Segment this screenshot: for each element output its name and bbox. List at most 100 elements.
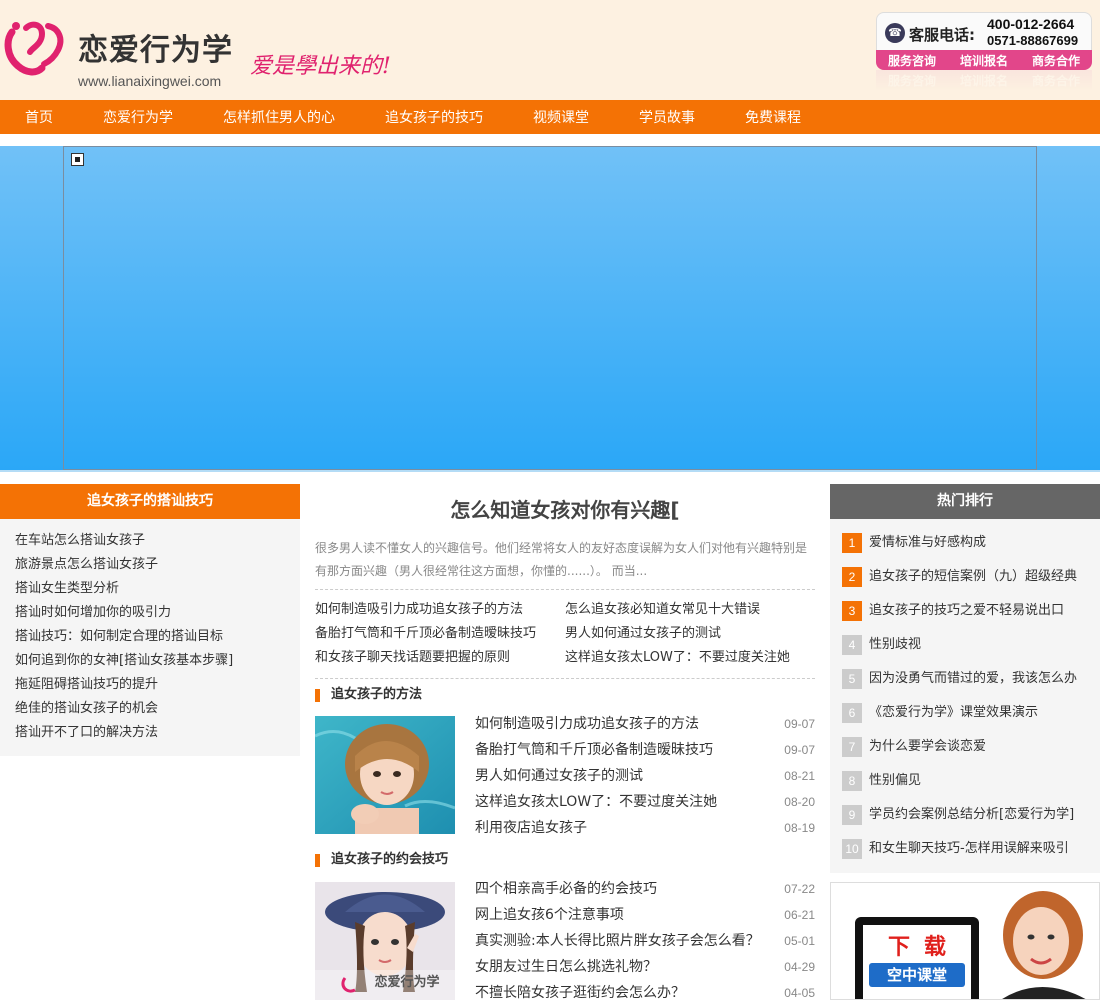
divider [315, 678, 815, 679]
left-sidebar-title[interactable]: 追女孩子的搭讪技巧 [0, 484, 300, 519]
list-item[interactable]: 旅游景点怎么搭讪女孩子 [15, 553, 300, 577]
nav-item-dating-tips[interactable]: 追女孩子的技巧 [385, 107, 483, 127]
ranking-item[interactable]: 2 追女孩子的短信案例（九）超级经典 [842, 567, 1100, 601]
list-item[interactable]: 利用夜店追女孩子 08-19 [475, 815, 815, 841]
photo-watermark: 恋爱行为学 [374, 974, 439, 990]
featured-article-title[interactable]: 怎么知道女孩对你有兴趣[ [315, 496, 815, 524]
office-number: 0571-88867699 [987, 33, 1079, 48]
reflection-text: 服务咨询 [887, 73, 936, 88]
ad-subline: 空中课堂 [869, 963, 965, 987]
contact-reflection: 服务咨询 培训报名 商务合作 [876, 70, 1092, 90]
list-item[interactable]: 拖延阻碍搭讪技巧的提升 [15, 673, 300, 697]
article-date: 09-07 [784, 717, 815, 731]
rank-number: 3 [842, 601, 862, 621]
article-date: 04-05 [784, 986, 815, 1000]
ranking-item[interactable]: 7 为什么要学会谈恋爱 [842, 737, 1100, 771]
divider [315, 589, 815, 590]
rank-number: 6 [842, 703, 862, 723]
ranking-item[interactable]: 5 因为没勇气而错过的爱，我该怎么办 [842, 669, 1100, 703]
list-item[interactable]: 搭讪开不了口的解决方法 [15, 721, 300, 745]
phone-icon: ☎ [885, 23, 905, 43]
rank-number: 9 [842, 805, 862, 825]
list-item[interactable]: 不擅长陪女孩子逛街约会怎么办？ 04-05 [475, 980, 815, 1000]
presenter-woman-image [971, 883, 1099, 999]
list-item[interactable]: 四个相亲高手必备的约会技巧 07-22 [475, 876, 815, 902]
nav-item-home[interactable]: 首页 [25, 107, 53, 127]
article-title: 男人如何通过女孩子的测试 [475, 768, 643, 784]
list-item[interactable]: 女朋友过生日怎么挑选礼物？ 04-29 [475, 954, 815, 980]
related-link[interactable]: 男人如何通过女孩子的测试 [565, 622, 815, 646]
related-link[interactable]: 怎么追女孩必知道女常见十大错误 [565, 598, 815, 622]
contact-phone-panel: ☎ 客服电话: 400-012-2664 0571-88867699 [876, 12, 1092, 52]
rank-title: 性别偏见 [869, 773, 922, 788]
ranking-item[interactable]: 3 追女孩子的技巧之爱不轻易说出口 [842, 601, 1100, 635]
list-item[interactable]: 备胎打气筒和千斤顶必备制造暧昧技巧 09-07 [475, 737, 815, 763]
list-item[interactable]: 如何制造吸引力成功追女孩子的方法 09-07 [475, 711, 815, 737]
related-link[interactable]: 这样追女孩太LOW了：不要过度关注她 [565, 646, 815, 670]
ranking-item[interactable]: 6 《恋爱行为学》课堂效果演示 [842, 703, 1100, 737]
rank-number: 2 [842, 567, 862, 587]
article-title: 如何制造吸引力成功追女孩子的方法 [475, 716, 699, 732]
contact-label: 客服电话: [909, 26, 975, 44]
hotline-number: 400-012-2664 [987, 16, 1075, 32]
rank-title: 追女孩子的技巧之爱不轻易说出口 [869, 603, 1065, 618]
article-date: 04-29 [784, 960, 815, 974]
rank-title: 和女生聊天技巧-怎样用误解来吸引 [869, 841, 1069, 856]
article-date: 05-01 [784, 934, 815, 948]
heart-logo-icon [4, 21, 64, 76]
banner-frame[interactable] [63, 146, 1037, 470]
article-date: 07-22 [784, 882, 815, 896]
ranking-item[interactable]: 4 性别歧视 [842, 635, 1100, 669]
site-header: 恋爱行为学 www.lianaixingwei.com 爱是學出来的! ☎ 客服… [0, 0, 1100, 100]
download-app-ad[interactable]: 下载 空中课堂 [830, 882, 1100, 1000]
section-title-dating[interactable]: 追女孩子的约会技巧 [315, 851, 448, 869]
list-item[interactable]: 在车站怎么搭讪女孩子 [15, 529, 300, 553]
nav-item-free-courses[interactable]: 免费课程 [745, 107, 801, 127]
left-sidebar: 追女孩子的搭讪技巧 在车站怎么搭讪女孩子 旅游景点怎么搭讪女孩子 搭讪女生类型分… [0, 484, 300, 756]
ranking-item[interactable]: 8 性别偏见 [842, 771, 1100, 805]
list-item[interactable]: 搭讪技巧：如何制定合理的搭讪目标 [15, 625, 300, 649]
related-links: 如何制造吸引力成功追女孩子的方法 怎么追女孩必知道女常见十大错误 备胎打气筒和千… [315, 598, 815, 670]
left-link-list: 在车站怎么搭讪女孩子 旅游景点怎么搭讪女孩子 搭讪女生类型分析 搭讪时如何增加你… [0, 519, 300, 745]
hero-banner [0, 146, 1100, 472]
list-item[interactable]: 真实测验:本人长得比照片胖女孩子会怎么看？ 05-01 [475, 928, 815, 954]
banner-divider [0, 470, 1100, 472]
section-photo-girl[interactable] [315, 716, 455, 834]
rank-number: 1 [842, 533, 862, 553]
list-item[interactable]: 如何追到你的女神[搭讪女孩基本步骤] [15, 649, 300, 673]
rank-title: 为什么要学会谈恋爱 [869, 739, 987, 754]
hot-ranking-title: 热门排行 [830, 484, 1100, 519]
article-title: 利用夜店追女孩子 [475, 820, 587, 836]
article-title: 真实测验:本人长得比照片胖女孩子会怎么看？ [475, 933, 760, 949]
ranking-item[interactable]: 1 爱情标准与好感构成 [842, 533, 1100, 567]
ranking-item[interactable]: 9 学员约会案例总结分析[恋爱行为学] [842, 805, 1100, 839]
list-item[interactable]: 搭讪时如何增加你的吸引力 [15, 601, 300, 625]
tablet-graphic: 下载 空中课堂 [855, 917, 979, 999]
related-link[interactable]: 和女孩子聊天找话题要把握的原则 [315, 646, 565, 670]
list-item[interactable]: 网上追女孩6个注意事项 06-21 [475, 902, 815, 928]
training-signup-link[interactable]: 培训报名 [960, 52, 1008, 69]
list-item[interactable]: 绝佳的搭讪女孩子的机会 [15, 697, 300, 721]
article-date: 08-20 [784, 795, 815, 809]
ranking-item[interactable]: 10 和女生聊天技巧-怎样用误解来吸引 [842, 839, 1100, 873]
related-link[interactable]: 如何制造吸引力成功追女孩子的方法 [315, 598, 565, 622]
section-photo-girl-hat[interactable]: 恋爱行为学 [315, 882, 455, 1000]
nav-item-video-class[interactable]: 视频课堂 [533, 107, 589, 127]
rank-number: 8 [842, 771, 862, 791]
related-link[interactable]: 备胎打气筒和千斤顶必备制造暧昧技巧 [315, 622, 565, 646]
service-consult-link[interactable]: 服务咨询 [888, 52, 936, 69]
section-title-methods[interactable]: 追女孩子的方法 [315, 686, 422, 704]
list-item[interactable]: 这样追女孩太LOW了：不要过度关注她 08-20 [475, 789, 815, 815]
business-coop-link[interactable]: 商务合作 [1032, 52, 1080, 69]
nav-item-win-his-heart[interactable]: 怎样抓住男人的心 [223, 107, 335, 127]
list-item[interactable]: 男人如何通过女孩子的测试 08-21 [475, 763, 815, 789]
site-logo[interactable]: 恋爱行为学 www.lianaixingwei.com [4, 16, 244, 88]
rank-title: 《恋爱行为学》课堂效果演示 [869, 705, 1039, 720]
nav-item-behavior[interactable]: 恋爱行为学 [103, 107, 173, 127]
rank-title: 因为没勇气而错过的爱，我该怎么办 [869, 671, 1078, 686]
list-item[interactable]: 搭讪女生类型分析 [15, 577, 300, 601]
reflection-text: 商务合作 [1031, 73, 1080, 88]
hot-ranking-list: 1 爱情标准与好感构成 2 追女孩子的短信案例（九）超级经典 3 追女孩子的技巧之爱不… [830, 519, 1100, 873]
nav-item-student-stories[interactable]: 学员故事 [639, 107, 695, 127]
contact-links: 服务咨询 培训报名 商务合作 [876, 50, 1092, 70]
